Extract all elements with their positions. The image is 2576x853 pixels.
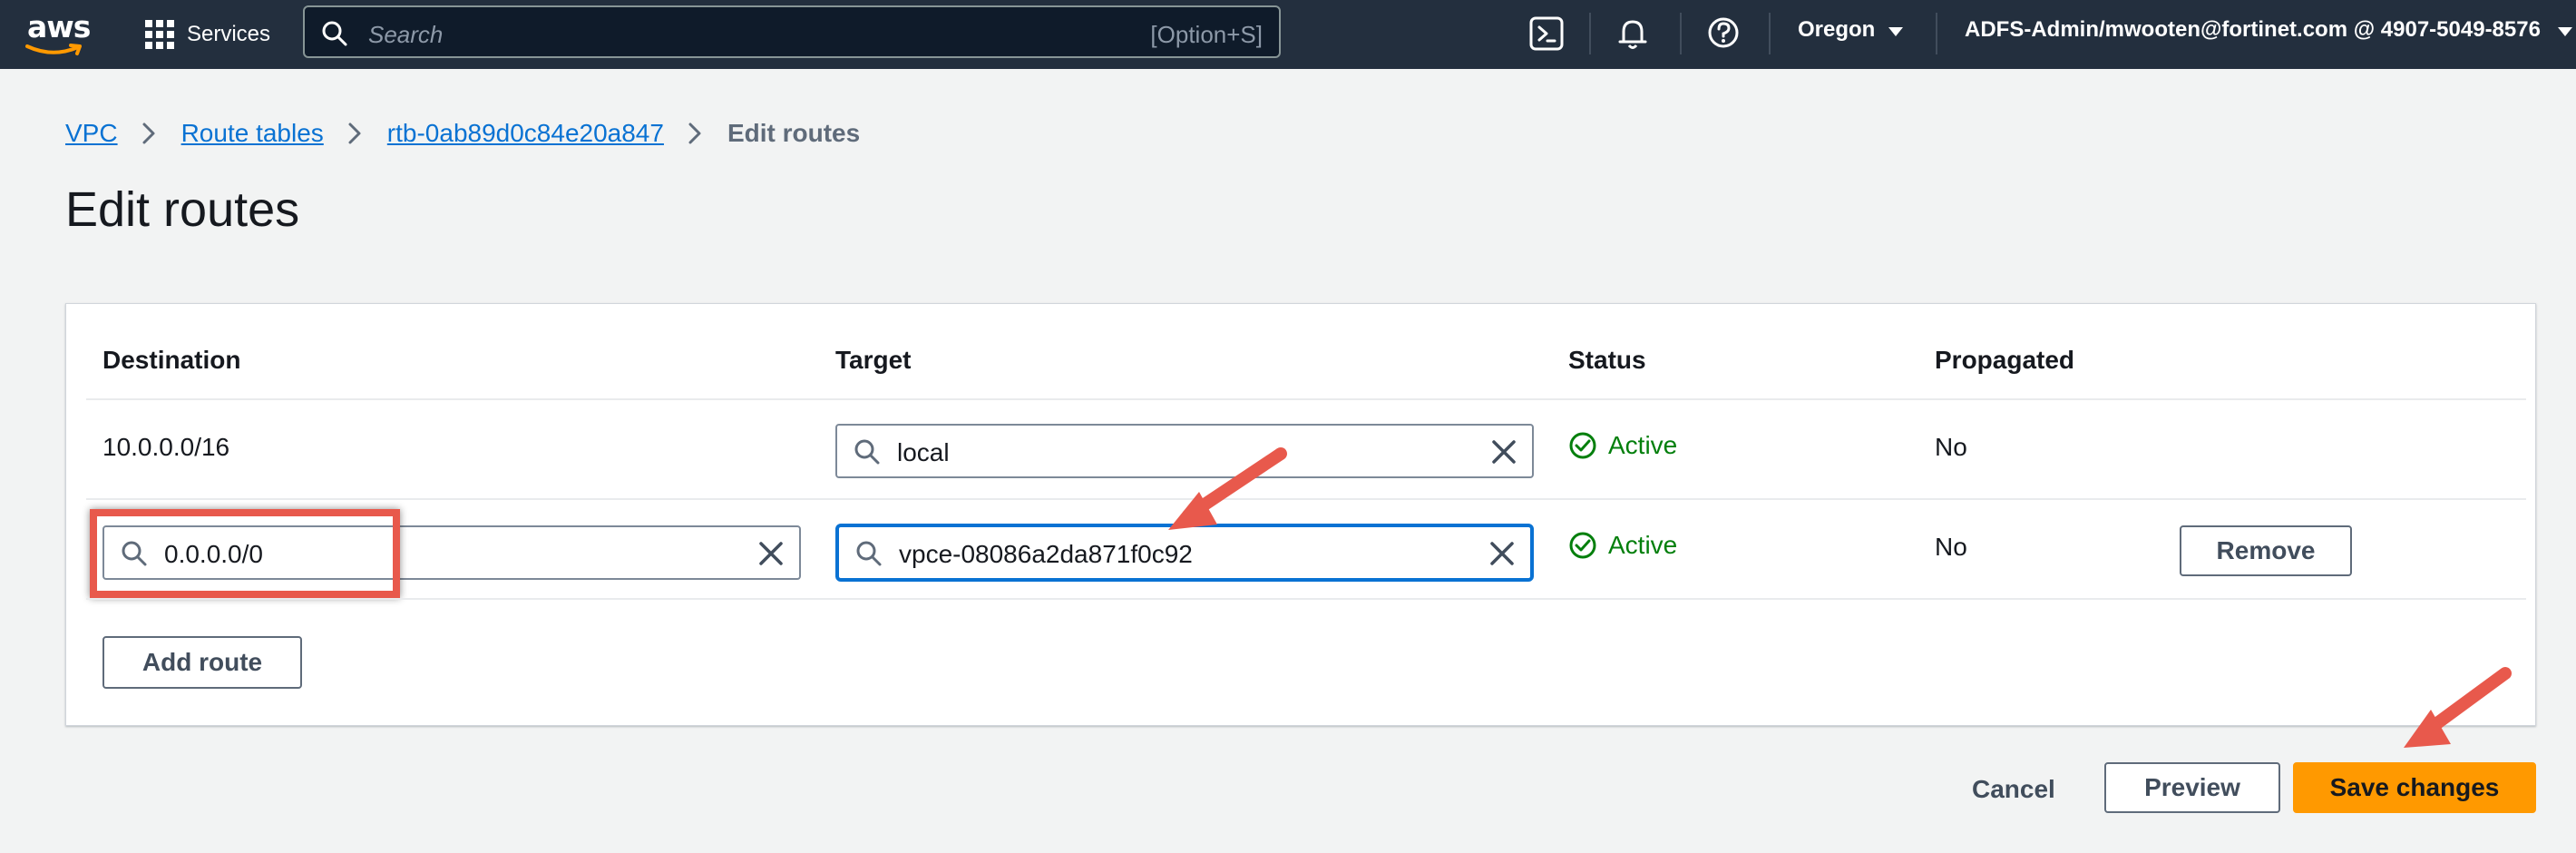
clear-icon[interactable]: [757, 540, 785, 567]
help-icon[interactable]: [1705, 15, 1745, 54]
cloudshell-icon[interactable]: [1527, 15, 1567, 54]
global-search-input[interactable]: Search [Option+S]: [303, 5, 1281, 58]
account-menu[interactable]: ADFS-Admin/mwooten@fortinet.com @ 4907-5…: [1965, 17, 2541, 43]
routes-panel: Destination Target Status Propagated 10.…: [65, 303, 2536, 726]
clear-icon[interactable]: [1488, 540, 1516, 567]
remove-route-button[interactable]: Remove: [2180, 525, 2352, 576]
annotation-arrow-icon: [2404, 667, 2512, 748]
breadcrumb-link-route-table-id[interactable]: rtb-0ab89d0c84e20a847: [387, 119, 664, 148]
row-divider: [86, 498, 2526, 500]
aws-logo-text: aws: [27, 9, 91, 44]
breadcrumb-link-vpc[interactable]: VPC: [65, 119, 118, 148]
region-selector[interactable]: Oregon: [1798, 17, 1875, 43]
page-title: Edit routes: [65, 182, 300, 237]
nav-divider: [1769, 13, 1771, 54]
nav-divider: [1680, 13, 1682, 54]
target-value: local: [897, 438, 950, 466]
row-divider: [86, 598, 2526, 600]
services-label: Services: [187, 22, 271, 46]
chevron-right-icon: [688, 122, 702, 145]
notifications-bell-icon[interactable]: [1615, 15, 1654, 54]
propagated-text: No: [1935, 533, 1967, 561]
route-status: Active: [1568, 531, 1677, 560]
target-value: vpce-08086a2da871f0c92: [899, 540, 1193, 568]
chevron-right-icon: [347, 122, 362, 145]
nav-divider: [1936, 13, 1937, 54]
search-placeholder: Search: [368, 21, 444, 48]
breadcrumb-link-route-tables[interactable]: Route tables: [181, 119, 324, 148]
caret-down-icon[interactable]: [2556, 25, 2574, 38]
status-text: Active: [1608, 531, 1678, 559]
add-route-button[interactable]: Add route: [102, 636, 302, 689]
nav-divider: [1589, 13, 1591, 54]
cancel-button[interactable]: Cancel: [1972, 775, 2055, 804]
route-destination-text: 10.0.0.0/16: [102, 433, 230, 461]
row-divider: [86, 398, 2526, 400]
status-check-icon: [1569, 432, 1596, 459]
search-icon: [856, 541, 882, 566]
services-menu-button[interactable]: Services: [145, 16, 270, 53]
breadcrumb: VPC Route tables rtb-0ab89d0c84e20a847 E…: [65, 119, 860, 148]
search-icon: [322, 21, 347, 46]
search-shortcut-hint: [Option+S]: [1150, 21, 1263, 48]
caret-down-icon[interactable]: [1887, 25, 1905, 38]
save-changes-button[interactable]: Save changes: [2293, 762, 2536, 813]
preview-button[interactable]: Preview: [2104, 762, 2280, 813]
search-icon: [854, 439, 880, 465]
annotation-arrow-icon: [1168, 447, 1287, 530]
chevron-right-icon: [141, 122, 156, 145]
annotation-highlight-box: [90, 509, 400, 598]
services-grid-icon: [145, 20, 174, 49]
column-header-propagated: Propagated: [1935, 346, 2075, 374]
aws-smile-icon: [25, 44, 82, 55]
status-check-icon: [1569, 532, 1596, 559]
route-status: Active: [1568, 431, 1677, 460]
column-header-target: Target: [835, 346, 912, 374]
breadcrumb-current: Edit routes: [727, 119, 861, 147]
top-navigation: aws Services Search [Option+S] Oregon AD…: [0, 0, 2576, 69]
aws-logo[interactable]: aws: [25, 9, 91, 60]
column-header-status: Status: [1568, 346, 1646, 374]
column-header-destination: Destination: [102, 346, 241, 374]
propagated-text: No: [1935, 433, 1967, 461]
status-text: Active: [1608, 431, 1678, 459]
clear-icon[interactable]: [1490, 438, 1517, 466]
